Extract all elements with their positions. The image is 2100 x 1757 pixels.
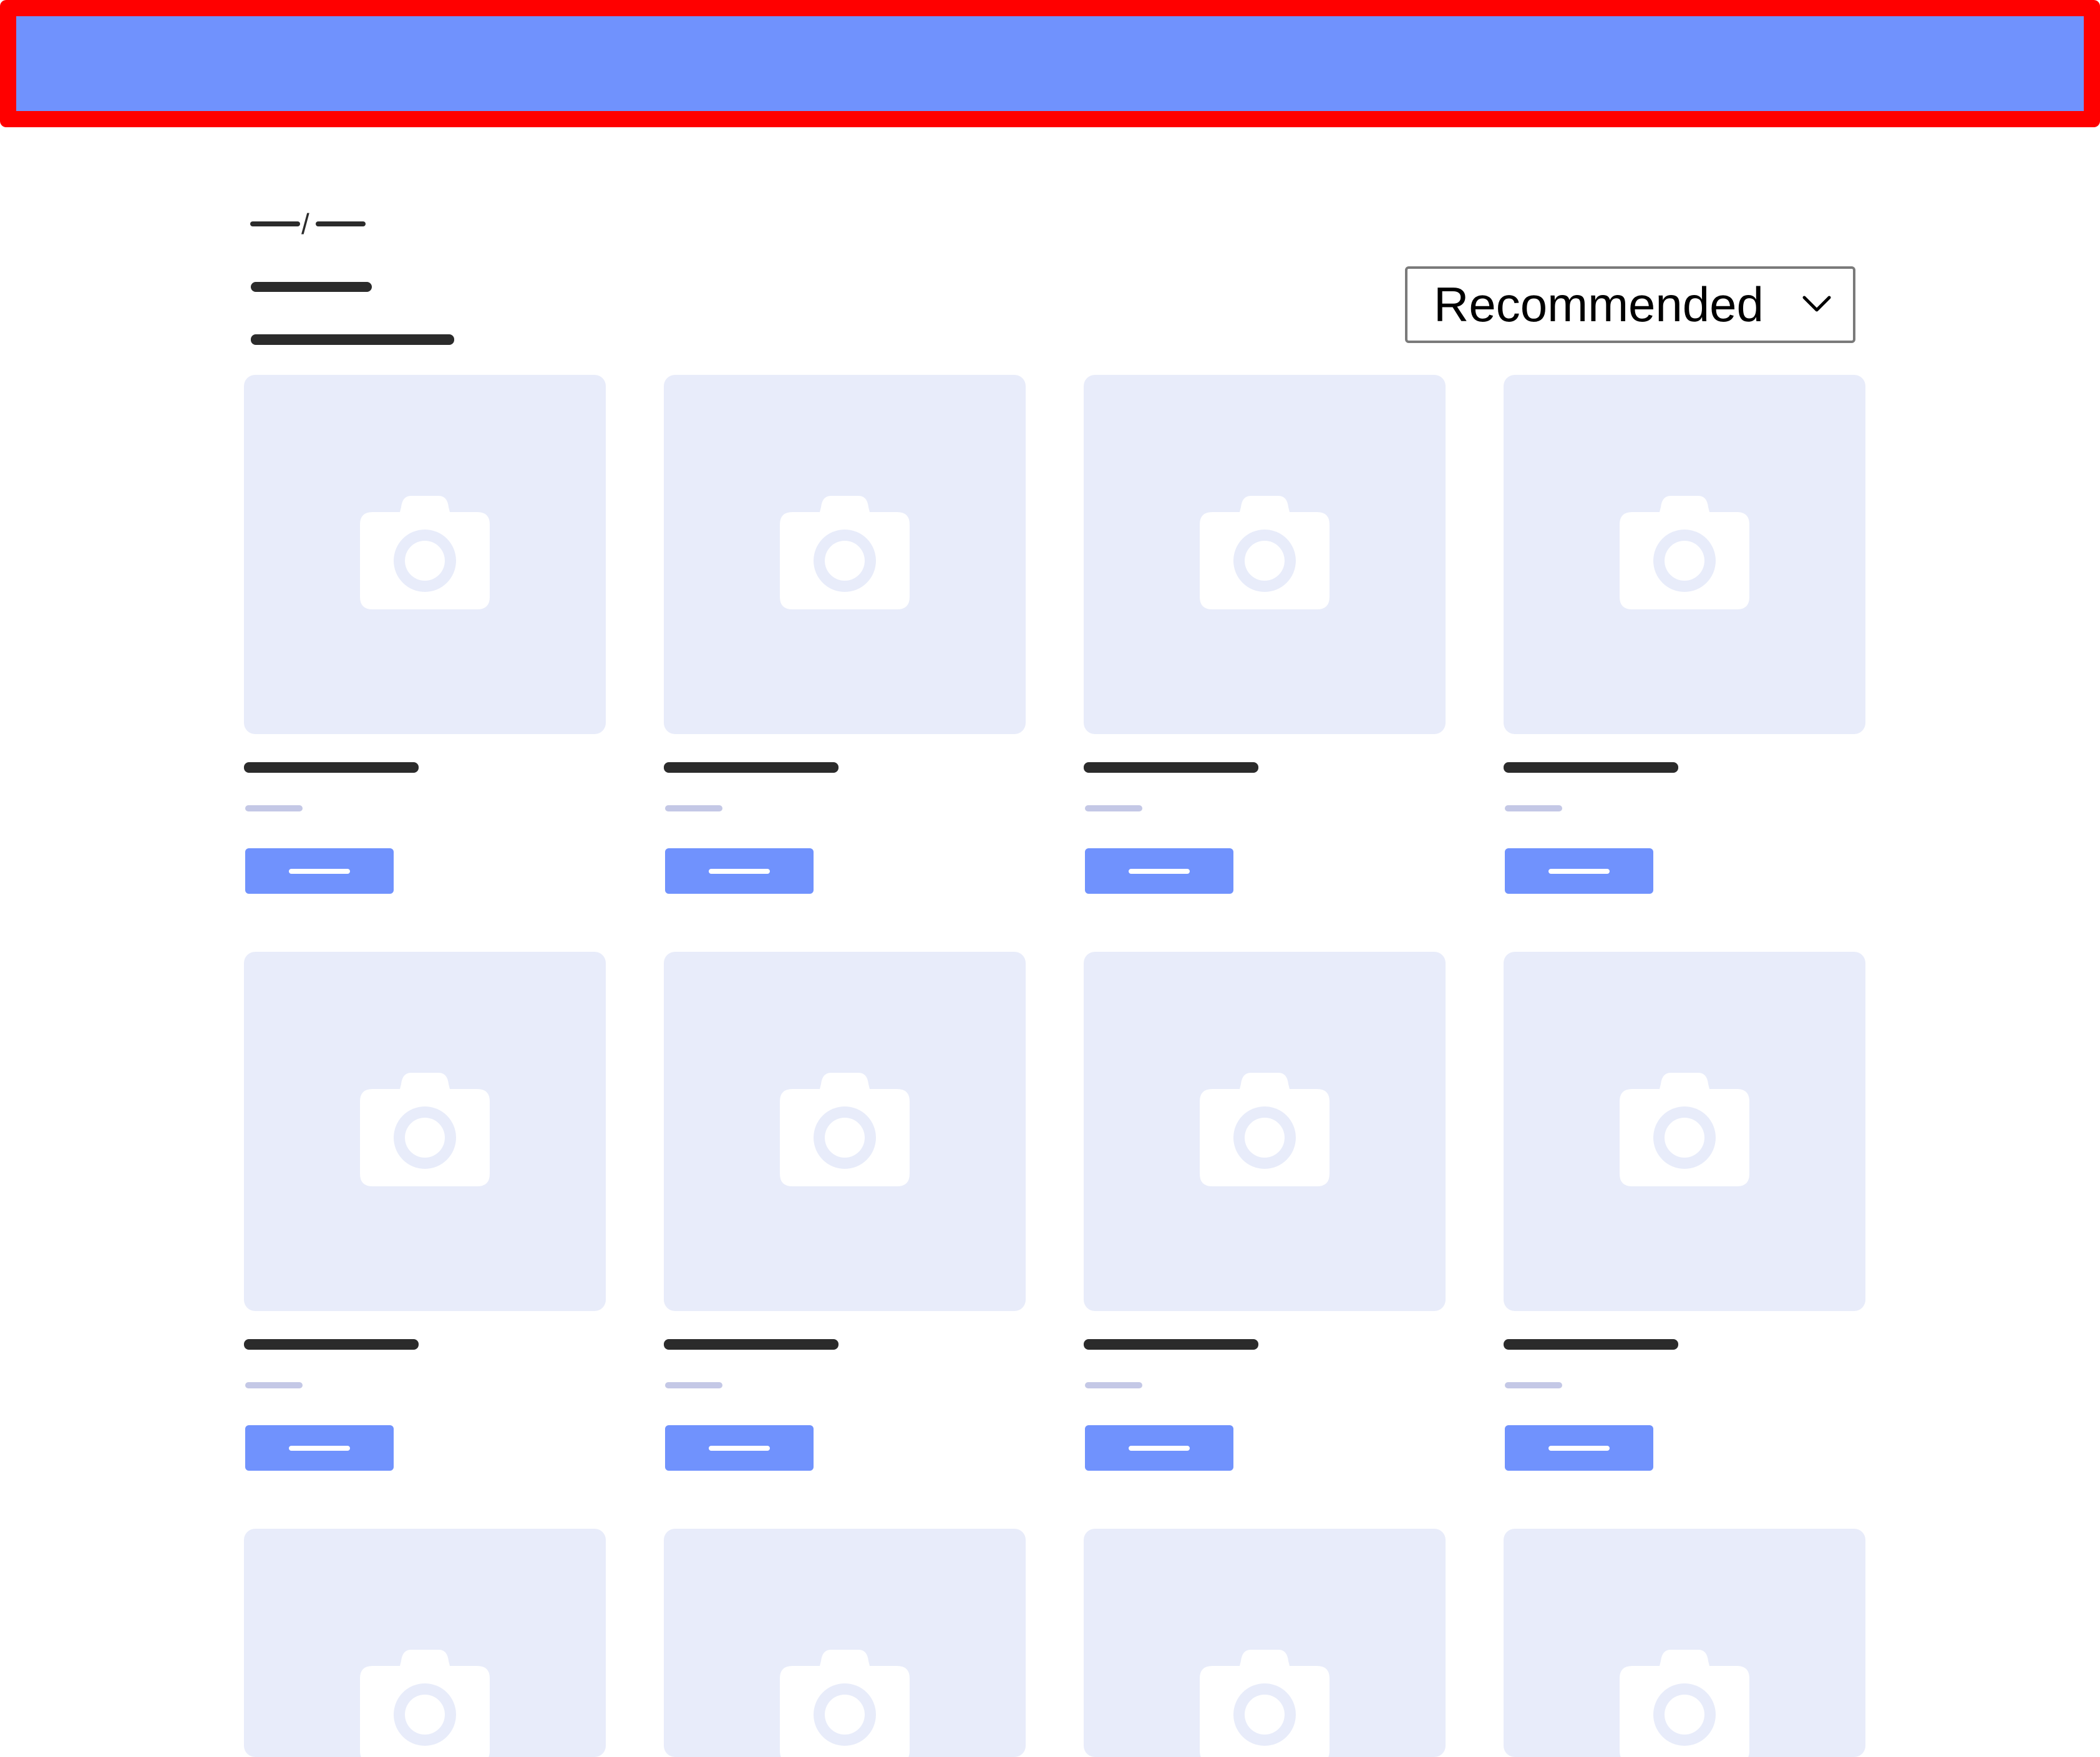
product-price bbox=[1085, 1382, 1142, 1388]
sort-select[interactable]: Recommended bbox=[1405, 266, 1855, 343]
add-to-cart-button[interactable] bbox=[1505, 848, 1653, 894]
camera-icon bbox=[780, 1650, 910, 1757]
add-to-cart-button[interactable] bbox=[665, 848, 814, 894]
product-image[interactable] bbox=[1504, 1529, 1865, 1757]
product-image[interactable] bbox=[1084, 952, 1446, 1311]
add-to-cart-button[interactable] bbox=[245, 1425, 394, 1471]
add-to-cart-button-label bbox=[289, 1446, 350, 1451]
product-name[interactable] bbox=[1504, 762, 1678, 773]
add-to-cart-button-label bbox=[1548, 869, 1610, 874]
product-name[interactable] bbox=[1084, 1339, 1258, 1350]
product-price bbox=[1505, 1382, 1562, 1388]
breadcrumb-item-home[interactable] bbox=[250, 221, 300, 226]
add-to-cart-button-label bbox=[709, 869, 770, 874]
product-image[interactable] bbox=[664, 1529, 1026, 1757]
add-to-cart-button-label bbox=[709, 1446, 770, 1451]
camera-icon bbox=[1200, 1073, 1330, 1186]
add-to-cart-button-label bbox=[1129, 869, 1190, 874]
camera-icon bbox=[360, 496, 490, 609]
camera-icon bbox=[360, 1650, 490, 1757]
product-image[interactable] bbox=[244, 1529, 606, 1757]
camera-icon bbox=[780, 1073, 910, 1186]
product-price bbox=[245, 1382, 303, 1388]
camera-icon bbox=[360, 1073, 490, 1186]
product-name[interactable] bbox=[664, 762, 839, 773]
product-price bbox=[665, 1382, 722, 1388]
page-title bbox=[251, 282, 372, 292]
product-image[interactable] bbox=[1504, 952, 1865, 1311]
product-price bbox=[665, 805, 722, 811]
product-image[interactable] bbox=[664, 952, 1026, 1311]
camera-icon bbox=[1620, 496, 1749, 609]
add-to-cart-button[interactable] bbox=[1085, 1425, 1233, 1471]
page-subtitle bbox=[251, 334, 454, 345]
add-to-cart-button-label bbox=[289, 869, 350, 874]
camera-icon bbox=[1200, 1650, 1330, 1757]
breadcrumb-separator: / bbox=[301, 208, 309, 240]
product-price bbox=[1085, 805, 1142, 811]
top-nav-bar bbox=[0, 0, 2100, 127]
product-image[interactable] bbox=[664, 375, 1026, 734]
product-image[interactable] bbox=[1084, 375, 1446, 734]
camera-icon bbox=[1620, 1073, 1749, 1186]
product-price bbox=[245, 805, 303, 811]
add-to-cart-button[interactable] bbox=[665, 1425, 814, 1471]
add-to-cart-button-label bbox=[1129, 1446, 1190, 1451]
product-name[interactable] bbox=[244, 762, 419, 773]
product-name[interactable] bbox=[1504, 1339, 1678, 1350]
add-to-cart-button[interactable] bbox=[245, 848, 394, 894]
product-image[interactable] bbox=[1504, 375, 1865, 734]
product-image[interactable] bbox=[1084, 1529, 1446, 1757]
chevron-down-icon bbox=[1802, 296, 1831, 312]
product-image[interactable] bbox=[244, 952, 606, 1311]
product-name[interactable] bbox=[664, 1339, 839, 1350]
product-image[interactable] bbox=[244, 375, 606, 734]
sort-selected-value: Recommended bbox=[1434, 277, 1764, 332]
add-to-cart-button[interactable] bbox=[1505, 1425, 1653, 1471]
camera-icon bbox=[1620, 1650, 1749, 1757]
product-price bbox=[1505, 805, 1562, 811]
add-to-cart-button[interactable] bbox=[1085, 848, 1233, 894]
product-name[interactable] bbox=[1084, 762, 1258, 773]
camera-icon bbox=[1200, 496, 1330, 609]
camera-icon bbox=[780, 496, 910, 609]
add-to-cart-button-label bbox=[1548, 1446, 1610, 1451]
product-name[interactable] bbox=[244, 1339, 419, 1350]
breadcrumb-item-current[interactable] bbox=[316, 221, 366, 226]
